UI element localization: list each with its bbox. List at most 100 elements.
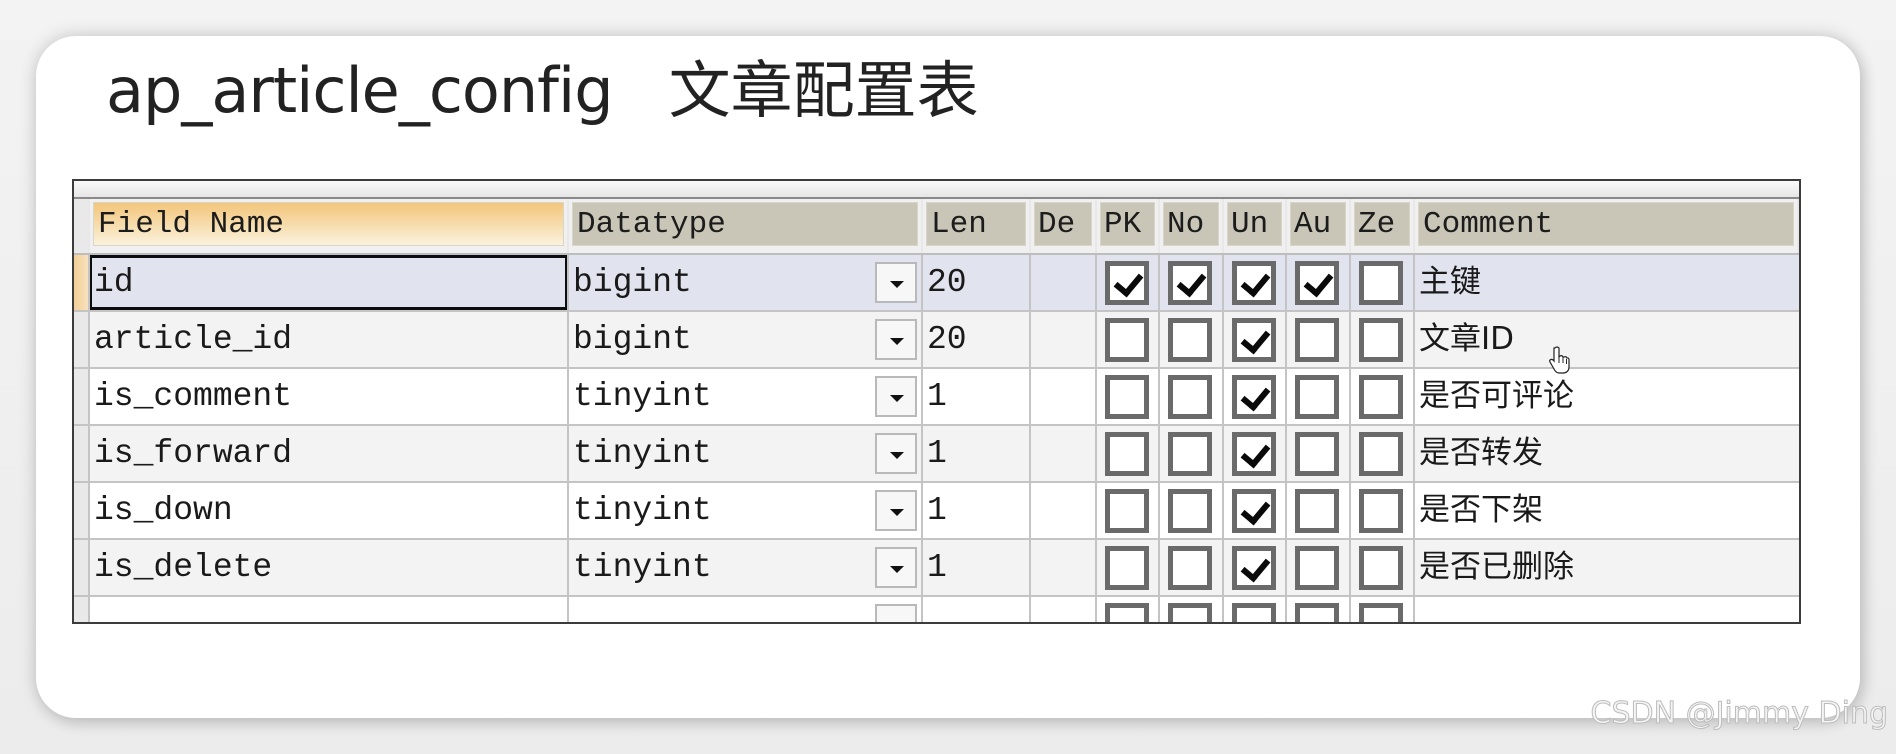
zerofill-checkbox[interactable] — [1359, 375, 1403, 419]
field-name-cell[interactable]: is_forward — [90, 426, 569, 481]
auto-increment-checkbox[interactable] — [1295, 375, 1339, 419]
datatype-dropdown-button[interactable] — [875, 433, 917, 474]
table-row[interactable]: is_down tinyint 1 是否下架 — [74, 483, 1799, 540]
row-indicator[interactable] — [74, 597, 90, 622]
auto-increment-checkbox[interactable] — [1295, 603, 1339, 622]
column-header-zerofill[interactable]: Ze — [1351, 199, 1415, 253]
table-structure-grid[interactable]: Field Name Datatype Len De PK No Un Au Z… — [72, 179, 1801, 624]
default-cell[interactable] — [1031, 255, 1097, 310]
unsigned-checkbox[interactable] — [1232, 603, 1276, 622]
zerofill-checkbox[interactable] — [1359, 489, 1403, 533]
pk-checkbox[interactable] — [1105, 375, 1149, 419]
field-name-cell[interactable]: is_delete — [90, 540, 569, 595]
datatype-dropdown-button[interactable] — [875, 547, 917, 588]
length-cell[interactable]: 1 — [923, 540, 1031, 595]
zerofill-checkbox[interactable] — [1359, 318, 1403, 362]
column-header-unsigned[interactable]: Un — [1224, 199, 1287, 253]
table-row[interactable]: is_forward tinyint 1 是否转发 — [74, 426, 1799, 483]
default-cell[interactable] — [1031, 483, 1097, 538]
table-row[interactable] — [74, 597, 1799, 622]
column-header-len[interactable]: Len — [923, 199, 1031, 253]
table-row[interactable]: is_delete tinyint 1 是否已删除 — [74, 540, 1799, 597]
length-cell[interactable]: 1 — [923, 369, 1031, 424]
comment-cell[interactable]: 主键 — [1415, 255, 1799, 310]
pk-checkbox[interactable] — [1105, 489, 1149, 533]
datatype-dropdown-button[interactable] — [875, 490, 917, 531]
row-indicator[interactable] — [74, 483, 90, 538]
auto-increment-checkbox[interactable] — [1295, 546, 1339, 590]
pk-checkbox[interactable] — [1105, 318, 1149, 362]
field-name-cell[interactable] — [90, 597, 569, 622]
default-cell[interactable] — [1031, 426, 1097, 481]
not-null-checkbox[interactable] — [1168, 603, 1212, 622]
pk-checkbox[interactable] — [1105, 546, 1149, 590]
not-null-checkbox[interactable] — [1168, 375, 1212, 419]
column-header-auto-increment[interactable]: Au — [1287, 199, 1351, 253]
comment-cell[interactable] — [1415, 597, 1799, 622]
column-header-comment[interactable]: Comment — [1415, 199, 1799, 253]
comment-cell[interactable]: 是否可评论 — [1415, 369, 1799, 424]
zerofill-checkbox[interactable] — [1359, 603, 1403, 622]
row-indicator[interactable] — [74, 540, 90, 595]
length-cell[interactable]: 20 — [923, 312, 1031, 367]
default-cell[interactable] — [1031, 597, 1097, 622]
row-indicator[interactable] — [74, 255, 90, 310]
column-header-pk[interactable]: PK — [1097, 199, 1160, 253]
unsigned-checkbox[interactable] — [1232, 261, 1276, 305]
column-header-field-name[interactable]: Field Name — [90, 199, 569, 253]
table-row[interactable]: is_comment tinyint 1 是否可评论 — [74, 369, 1799, 426]
unsigned-checkbox[interactable] — [1232, 432, 1276, 476]
field-name-cell[interactable]: article_id — [90, 312, 569, 367]
table-row[interactable]: id bigint 20 主键 — [74, 255, 1799, 312]
not-null-checkbox[interactable] — [1168, 432, 1212, 476]
auto-increment-checkbox[interactable] — [1295, 432, 1339, 476]
not-null-checkbox[interactable] — [1168, 489, 1212, 533]
auto-increment-checkbox[interactable] — [1295, 489, 1339, 533]
comment-cell[interactable]: 文章ID — [1415, 312, 1799, 367]
comment-cell[interactable]: 是否转发 — [1415, 426, 1799, 481]
length-cell[interactable]: 1 — [923, 426, 1031, 481]
column-header-datatype[interactable]: Datatype — [569, 199, 923, 253]
row-indicator[interactable] — [74, 312, 90, 367]
unsigned-checkbox[interactable] — [1232, 546, 1276, 590]
length-cell[interactable]: 1 — [923, 483, 1031, 538]
column-header-not-null[interactable]: No — [1160, 199, 1224, 253]
column-header-default[interactable]: De — [1031, 199, 1097, 253]
default-cell[interactable] — [1031, 312, 1097, 367]
default-cell[interactable] — [1031, 540, 1097, 595]
datatype-cell[interactable] — [569, 597, 923, 622]
not-null-checkbox[interactable] — [1168, 261, 1212, 305]
unsigned-checkbox[interactable] — [1232, 318, 1276, 362]
datatype-dropdown-button[interactable] — [875, 376, 917, 417]
datatype-cell[interactable]: bigint — [569, 255, 923, 310]
datatype-cell[interactable]: tinyint — [569, 483, 923, 538]
row-indicator[interactable] — [74, 426, 90, 481]
zerofill-checkbox[interactable] — [1359, 432, 1403, 476]
datatype-cell[interactable]: bigint — [569, 312, 923, 367]
comment-cell[interactable]: 是否已删除 — [1415, 540, 1799, 595]
zerofill-checkbox[interactable] — [1359, 261, 1403, 305]
row-indicator[interactable] — [74, 369, 90, 424]
auto-increment-checkbox[interactable] — [1295, 318, 1339, 362]
datatype-dropdown-button[interactable] — [875, 319, 917, 360]
length-cell[interactable]: 20 — [923, 255, 1031, 310]
default-cell[interactable] — [1031, 369, 1097, 424]
unsigned-checkbox[interactable] — [1232, 489, 1276, 533]
length-cell[interactable] — [923, 597, 1031, 622]
pk-checkbox[interactable] — [1105, 603, 1149, 622]
auto-increment-checkbox[interactable] — [1295, 261, 1339, 305]
not-null-checkbox[interactable] — [1168, 546, 1212, 590]
pk-checkbox[interactable] — [1105, 261, 1149, 305]
datatype-dropdown-button[interactable] — [875, 604, 917, 622]
zerofill-checkbox[interactable] — [1359, 546, 1403, 590]
unsigned-checkbox[interactable] — [1232, 375, 1276, 419]
datatype-cell[interactable]: tinyint — [569, 426, 923, 481]
pk-checkbox[interactable] — [1105, 432, 1149, 476]
datatype-cell[interactable]: tinyint — [569, 369, 923, 424]
comment-cell[interactable]: 是否下架 — [1415, 483, 1799, 538]
not-null-checkbox[interactable] — [1168, 318, 1212, 362]
field-name-cell[interactable]: is_down — [90, 483, 569, 538]
field-name-cell[interactable]: is_comment — [90, 369, 569, 424]
table-row[interactable]: article_id bigint 20 文章ID — [74, 312, 1799, 369]
datatype-cell[interactable]: tinyint — [569, 540, 923, 595]
